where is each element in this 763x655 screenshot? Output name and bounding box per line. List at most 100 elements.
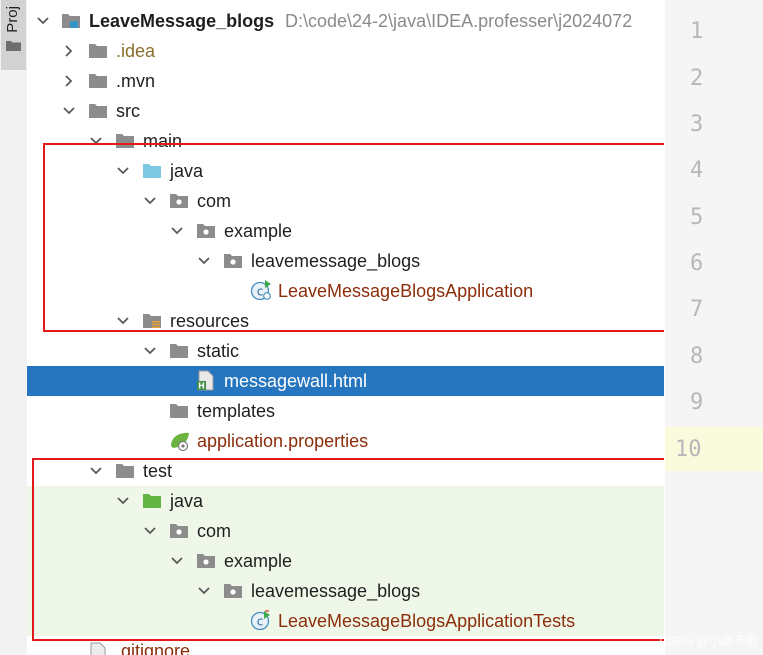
tree-node-templates[interactable]: templates — [27, 396, 664, 426]
line-number: 7 — [690, 297, 704, 322]
tree-node-main[interactable]: main — [27, 126, 664, 156]
tree-node-test-package[interactable]: leavemessage_blogs — [27, 576, 664, 606]
tree-label-mvn: .mvn — [116, 71, 156, 91]
source-folder-icon — [143, 164, 161, 178]
tree-node-main-java[interactable]: java — [27, 156, 664, 186]
tree-label-main-example: example — [224, 221, 293, 241]
html-file-icon: H — [197, 370, 214, 391]
tree-node-app-properties[interactable]: application.properties — [27, 426, 664, 456]
tree-label-static: static — [197, 341, 240, 361]
folder-icon — [116, 134, 134, 148]
chevron-down-icon[interactable] — [142, 343, 158, 359]
line-number: 1 — [690, 19, 704, 44]
chevron-down-icon[interactable] — [115, 313, 131, 329]
tree-label-main: main — [143, 131, 183, 151]
tree-node-main-package[interactable]: leavemessage_blogs — [27, 246, 664, 276]
chevron-down-icon[interactable] — [115, 163, 131, 179]
line-number: 3 — [690, 112, 704, 137]
chevron-right-icon[interactable] — [61, 73, 77, 89]
tree-label-test-package: leavemessage_blogs — [251, 581, 421, 601]
folder-icon — [89, 44, 107, 58]
chevron-down-icon[interactable] — [61, 103, 77, 119]
folder-icon — [6, 41, 21, 51]
folder-icon — [89, 104, 107, 118]
project-tree: LeaveMessage_blogs D:\code\24-2\java\IDE… — [27, 0, 664, 655]
svg-text:c: c — [257, 285, 264, 299]
gitignore-file-icon — [90, 642, 106, 655]
chevron-down-icon[interactable] — [169, 223, 185, 239]
tree-label-resources: resources — [170, 311, 250, 331]
line-number: 8 — [690, 344, 704, 369]
tree-node-src[interactable]: src — [27, 96, 664, 126]
resources-folder-icon — [143, 314, 161, 328]
tree-label-test-java: java — [170, 491, 204, 511]
project-tab-label: Proj — [4, 6, 21, 33]
project-tool-tab[interactable]: Proj — [1, 0, 26, 70]
spring-properties-icon — [171, 432, 189, 452]
chevron-right-icon[interactable] — [61, 43, 77, 59]
tree-label-test-com: com — [197, 521, 232, 541]
chevron-down-icon[interactable] — [196, 583, 212, 599]
svg-text:H: H — [198, 382, 205, 391]
tree-label-main-com: com — [197, 191, 232, 211]
tree-node-main-example[interactable]: example — [27, 216, 664, 246]
tree-node-test[interactable]: test — [27, 456, 664, 486]
package-icon — [197, 224, 215, 238]
line-number: 6 — [690, 251, 704, 276]
package-icon — [170, 524, 188, 538]
package-icon — [224, 584, 242, 598]
chevron-down-icon[interactable] — [115, 493, 131, 509]
editor-gutter: 1 2 3 4 5 6 7 8 9 10 — [665, 0, 763, 655]
tree-label-templates: templates — [197, 401, 276, 421]
tree-node-main-class[interactable]: c LeaveMessageBlogsApplication — [27, 276, 664, 306]
chevron-down-icon[interactable] — [88, 463, 104, 479]
tree-label-app-properties: application.properties — [197, 431, 369, 451]
tree-node-main-com[interactable]: com — [27, 186, 664, 216]
tree-label-messagewall: messagewall.html — [224, 371, 368, 391]
folder-icon — [116, 464, 134, 478]
spring-boot-class-icon: c — [250, 280, 271, 301]
tree-label-gitignore: .gitignore — [116, 641, 191, 655]
chevron-down-icon[interactable] — [196, 253, 212, 269]
package-icon — [170, 194, 188, 208]
tree-node-test-com[interactable]: com — [27, 516, 664, 546]
tree-node-mvn[interactable]: .mvn — [27, 66, 664, 96]
line-number: 4 — [690, 158, 704, 183]
tool-window-strip: Proj — [0, 0, 28, 655]
folder-icon — [170, 404, 188, 418]
module-folder-icon — [62, 14, 80, 28]
tree-label-idea: .idea — [116, 41, 156, 61]
line-number: 2 — [690, 66, 704, 91]
chevron-down-icon[interactable] — [88, 133, 104, 149]
line-number: 5 — [690, 205, 704, 230]
chevron-down-icon[interactable] — [142, 523, 158, 539]
tree-label-test-example: example — [224, 551, 293, 571]
line-number: 10 — [675, 437, 702, 462]
tree-node-resources[interactable]: resources — [27, 306, 664, 336]
package-icon — [197, 554, 215, 568]
tree-node-messagewall[interactable]: H messagewall.html — [27, 366, 664, 396]
tree-node-idea[interactable]: .idea — [27, 36, 664, 66]
chevron-down-icon[interactable] — [169, 553, 185, 569]
tree-node-static[interactable]: static — [27, 336, 664, 366]
tree-node-test-class[interactable]: c LeaveMessageBlogsApplicationTests — [27, 606, 664, 636]
package-icon — [224, 254, 242, 268]
test-class-icon: c — [250, 610, 270, 631]
watermark: CSDN @小高不明 — [659, 634, 757, 648]
tree-node-test-example[interactable]: example — [27, 546, 664, 576]
chevron-down-icon[interactable] — [142, 193, 158, 209]
chevron-down-icon[interactable] — [35, 13, 51, 29]
project-path: D:\code\24-2\java\IDEA.professer\j202407… — [285, 11, 633, 31]
tree-label-test: test — [143, 461, 173, 481]
project-name: LeaveMessage_blogs — [89, 11, 275, 31]
folder-icon — [89, 74, 107, 88]
tree-label-src: src — [116, 101, 140, 121]
tree-node-gitignore[interactable]: .gitignore — [27, 636, 664, 655]
test-source-folder-icon — [143, 494, 161, 508]
tree-label-main-package: leavemessage_blogs — [251, 251, 421, 271]
tree-node-test-java[interactable]: java — [27, 486, 664, 516]
tree-label-main-java: java — [170, 161, 204, 181]
tree-node-project-root[interactable]: LeaveMessage_blogs D:\code\24-2\java\IDE… — [27, 6, 664, 36]
svg-text:c: c — [257, 615, 264, 629]
tree-label-test-class: LeaveMessageBlogsApplicationTests — [278, 611, 576, 631]
